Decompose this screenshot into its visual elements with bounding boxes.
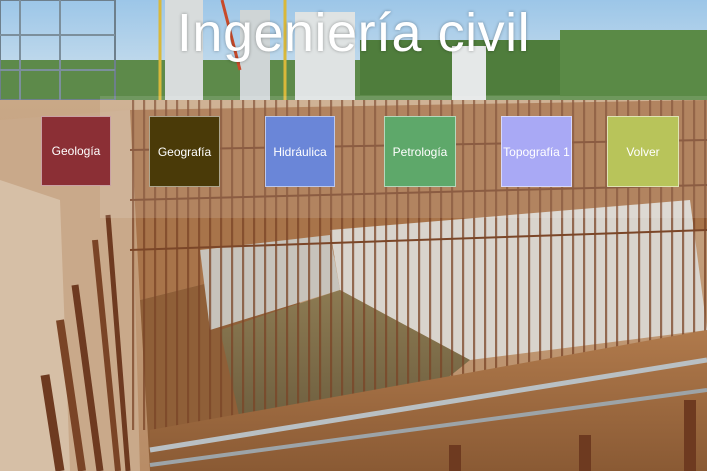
topografia-1-button-label: Topografía 1 [503, 144, 570, 159]
hidraulica-button-label: Hidráulica [273, 144, 327, 159]
volver-button[interactable]: Volver [607, 116, 679, 187]
petrologia-button[interactable]: Petrología [384, 116, 456, 187]
geografia-button[interactable]: Geografía [149, 116, 220, 187]
geologia-button[interactable]: Geología [41, 116, 111, 186]
petrologia-button-label: Petrología [392, 144, 448, 159]
geografia-button-label: Geografía [157, 144, 212, 159]
volver-button-label: Volver [626, 144, 660, 159]
geologia-button-label: Geología [51, 144, 101, 158]
hidraulica-button[interactable]: Hidráulica [265, 116, 335, 187]
page-title: Ingeniería civil [176, 3, 531, 63]
topografia-1-button[interactable]: Topografía 1 [501, 116, 572, 187]
construction-site-background [0, 0, 707, 471]
